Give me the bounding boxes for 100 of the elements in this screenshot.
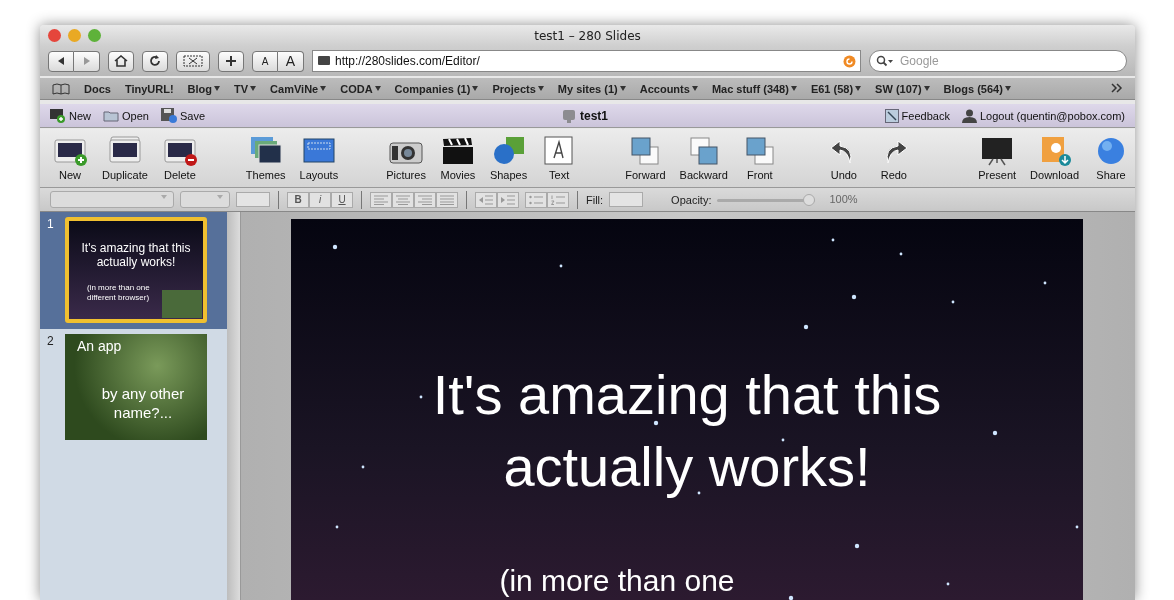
dropdown-arrow-icon	[1004, 86, 1011, 91]
folder-icon	[103, 109, 119, 122]
file-action-link[interactable]: New	[50, 108, 91, 123]
text-align-icon	[440, 194, 454, 205]
bookmark-item[interactable]: CamViNe	[270, 82, 327, 95]
sidebar-splitter[interactable]	[227, 212, 241, 600]
bookmarks-icon[interactable]	[52, 82, 70, 95]
layout-icon	[300, 135, 337, 166]
toolbar-button[interactable]: Undo	[819, 135, 868, 181]
dropdown-arrow-icon	[214, 86, 221, 91]
indent-icon	[501, 194, 515, 205]
dropdown-arrow-icon	[472, 86, 479, 91]
reload-button[interactable]	[142, 50, 168, 72]
dropdown-arrow-icon	[855, 86, 862, 91]
outdent-icon	[479, 194, 493, 205]
bookmark-item[interactable]: SW (107)	[875, 82, 930, 95]
toolbar-button[interactable]: Movies	[433, 135, 482, 181]
toolbar-button[interactable]: Delete	[155, 135, 204, 181]
bookmark-item[interactable]: Accounts	[639, 82, 698, 95]
toolbar-button[interactable]: Duplicate	[96, 135, 154, 181]
bookmark-item[interactable]: TV	[234, 82, 257, 95]
toolbar-button[interactable]: Text	[535, 135, 584, 181]
bookmark-item[interactable]: Projects	[492, 82, 544, 95]
more-bookmarks-icon[interactable]	[1111, 82, 1123, 95]
toolbar-button[interactable]: Front	[735, 135, 784, 181]
thumbnail-title: An app	[77, 338, 122, 354]
toolbar-button[interactable]: Shapes	[483, 135, 534, 181]
stepper-arrows-icon	[161, 195, 167, 199]
text-align-icon	[374, 194, 388, 205]
toolbar-button[interactable]: New	[46, 135, 94, 181]
file-action-link[interactable]: Save	[160, 108, 205, 123]
numbered-list-icon	[551, 194, 565, 205]
bookmark-item[interactable]: Mac stuff (348)	[711, 82, 797, 95]
reload-icon	[149, 55, 161, 67]
text-align-icon	[418, 194, 432, 205]
bookmark-item[interactable]: Blogs (564)	[943, 82, 1011, 95]
toolbar-button[interactable]: Themes	[239, 135, 292, 181]
site-icon	[317, 55, 331, 67]
toolbar-button[interactable]: Share	[1087, 135, 1135, 181]
toolbar-button[interactable]: Backward	[673, 135, 734, 181]
snip-button[interactable]	[176, 50, 210, 72]
address-field[interactable]: http://280slides.com/Editor/	[312, 50, 861, 72]
font-size-button[interactable]: A	[252, 50, 278, 72]
search-field[interactable]: Google	[869, 50, 1127, 72]
new-document-icon	[50, 108, 66, 123]
slide-title[interactable]: It's amazing that this actually works!	[367, 359, 1007, 503]
forward-arrow-icon	[81, 56, 92, 66]
stepper-arrows-icon	[217, 195, 223, 199]
bookmark-item[interactable]: My sites (1)	[557, 82, 626, 95]
photo-placeholder	[162, 290, 202, 318]
document-title: test1	[580, 108, 608, 123]
toolbar-button[interactable]: Present	[972, 135, 1023, 181]
plus-icon	[225, 55, 237, 67]
dropdown-arrow-icon	[320, 86, 327, 91]
toolbar-button[interactable]: Forward	[619, 135, 672, 181]
user-icon	[961, 108, 977, 123]
opacity-label: Opacity:	[671, 193, 712, 206]
scissors-icon	[183, 55, 203, 67]
presentation-icon	[562, 108, 576, 123]
toolbar-button[interactable]: Layouts	[293, 135, 345, 181]
dropdown-arrow-icon	[691, 86, 698, 91]
reload-icon[interactable]	[843, 54, 856, 68]
minimize-button[interactable]	[68, 29, 81, 42]
bookmark-item[interactable]: Blog	[187, 82, 221, 95]
toolbar-button[interactable]: Pictures	[380, 135, 432, 181]
dropdown-arrow-icon	[250, 86, 257, 91]
thumbnail-subtitle: by any other name?...	[100, 384, 186, 422]
dropdown-arrow-icon	[374, 86, 381, 91]
add-bookmark-button[interactable]	[218, 50, 244, 72]
bookmark-item[interactable]: TinyURL!	[124, 82, 174, 95]
feedback-icon	[884, 108, 899, 123]
dropdown-arrow-icon	[619, 86, 626, 91]
toolbar-button[interactable]: Redo	[869, 135, 918, 181]
slide-list-item[interactable]: 1 It's amazing that this actually works! (in more than one different browser)	[40, 212, 227, 329]
file-action-link[interactable]: Open	[103, 109, 149, 122]
dropdown-arrow-icon	[537, 86, 544, 91]
back-button[interactable]	[48, 50, 74, 72]
back-arrow-icon	[56, 56, 66, 66]
dropdown-arrow-icon	[790, 86, 797, 91]
toolbar-button[interactable]: Download	[1024, 135, 1085, 181]
slide-subtitle[interactable]: (in more than one	[499, 563, 735, 599]
bullet-list-icon	[529, 194, 543, 205]
bookmark-item[interactable]: Companies (1)	[394, 82, 479, 95]
slide-canvas[interactable]: It's amazing that this actually works! (in more than one	[291, 219, 1083, 600]
zoom-button[interactable]	[88, 29, 101, 42]
home-button[interactable]	[108, 50, 134, 72]
font-size-button[interactable]: A	[278, 50, 304, 72]
bookmark-item[interactable]: CODA	[340, 82, 381, 95]
close-button[interactable]	[48, 29, 61, 42]
bookmark-item[interactable]: Docs	[84, 82, 111, 95]
account-link[interactable]: Logout (quentin@pobox.com)	[961, 108, 1125, 123]
stacked-slides-icon	[106, 135, 143, 166]
bookmark-item[interactable]: E61 (58)	[810, 82, 862, 95]
fill-label: Fill:	[586, 193, 604, 206]
thumbnail-subtitle: (in more than one different browser)	[87, 283, 151, 303]
opacity-reading: 100%	[829, 193, 858, 206]
forward-button[interactable]	[74, 50, 100, 72]
account-link[interactable]: Feedback	[884, 108, 950, 123]
dropdown-arrow-icon	[923, 86, 930, 91]
thumbnail-title: It's amazing that this actually works!	[81, 241, 191, 269]
